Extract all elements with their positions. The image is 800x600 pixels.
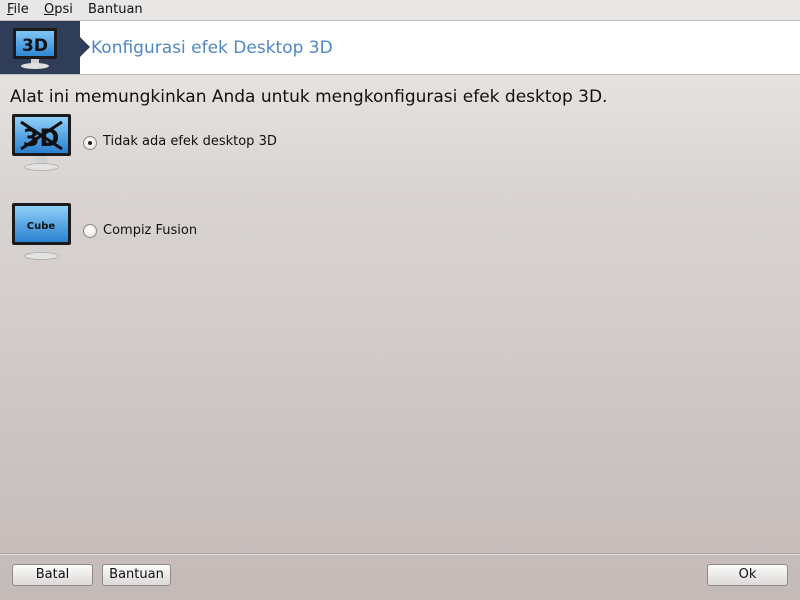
3d-monitor-icon: 3D — [13, 28, 57, 69]
ok-button[interactable]: Ok — [707, 564, 788, 586]
banner-notch — [80, 37, 90, 57]
radio-no-3d-effect[interactable] — [83, 136, 97, 150]
menu-bantuan[interactable]: Bantuan — [88, 2, 143, 18]
3d-crossed-monitor-icon: 3D — [11, 113, 73, 179]
svg-text:3D: 3D — [22, 36, 48, 56]
menu-file[interactable]: File — [7, 2, 29, 18]
menubar: File Opsi Bantuan — [0, 0, 800, 20]
option-label-compiz[interactable]: Compiz Fusion — [103, 223, 197, 239]
radio-selected-dot — [88, 141, 92, 145]
cancel-button[interactable]: Batal — [12, 564, 93, 586]
svg-text:Cube: Cube — [27, 221, 56, 232]
description-text: Alat ini memungkinkan Anda untuk mengkon… — [10, 87, 608, 107]
menu-opsi[interactable]: Opsi — [44, 2, 73, 18]
header-logo: 3D — [0, 21, 80, 74]
help-button[interactable]: Bantuan — [102, 564, 171, 586]
footer-separator — [0, 553, 800, 555]
header-banner: 3D Konfigurasi efek Desktop 3D — [0, 20, 800, 75]
radio-compiz-fusion[interactable] — [83, 224, 97, 238]
cube-monitor-icon: Cube — [11, 202, 73, 268]
option-label-no-3d[interactable]: Tidak ada efek desktop 3D — [103, 134, 277, 150]
page-title: Konfigurasi efek Desktop 3D — [91, 38, 333, 58]
